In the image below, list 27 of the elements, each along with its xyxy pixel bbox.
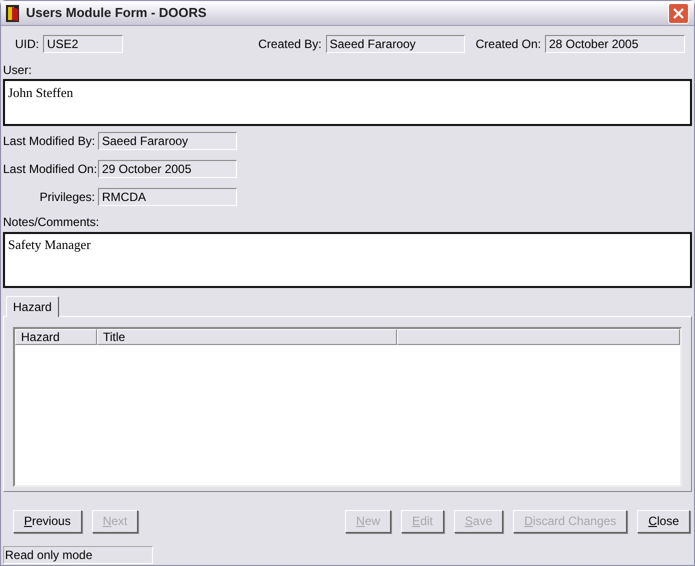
detail-field[interactable]: RMCDA [98, 188, 237, 206]
column-header[interactable]: Title [97, 329, 397, 345]
field-label: UID: [15, 36, 39, 53]
action-button[interactable]: Close [637, 510, 690, 532]
notes-text-area[interactable]: Safety Manager [3, 232, 692, 288]
field-label: Created By: [258, 36, 322, 53]
field-label: Last Modified On: [3, 161, 98, 178]
hazard-list[interactable]: Hazard Title [13, 327, 682, 487]
field-label: Notes/Comments: [3, 215, 100, 229]
status-text: Read only mode [3, 546, 153, 564]
tab[interactable]: Hazard [6, 296, 59, 317]
field-label: Last Modified By: [3, 133, 96, 150]
field-label: User: [3, 63, 32, 77]
uid-field[interactable]: USE2 [43, 35, 123, 53]
column-header[interactable] [397, 329, 680, 345]
detail-field[interactable]: 29 October 2005 [98, 160, 237, 178]
field-label: Privileges: [38, 189, 96, 206]
field-label: Created On: [476, 36, 541, 53]
detail-field[interactable]: Saeed Fararooy [98, 132, 237, 150]
column-header[interactable]: Hazard [15, 329, 97, 345]
action-button[interactable]: Previous [13, 510, 82, 532]
created-on-field[interactable]: 28 October 2005 [545, 35, 685, 53]
window-title: Users Module Form - DOORS [26, 4, 207, 22]
created-by-field[interactable]: Saeed Fararooy [326, 35, 465, 53]
close-icon[interactable] [668, 2, 689, 24]
door-icon [6, 4, 20, 22]
user-text-area[interactable]: John Steffen [3, 79, 692, 126]
